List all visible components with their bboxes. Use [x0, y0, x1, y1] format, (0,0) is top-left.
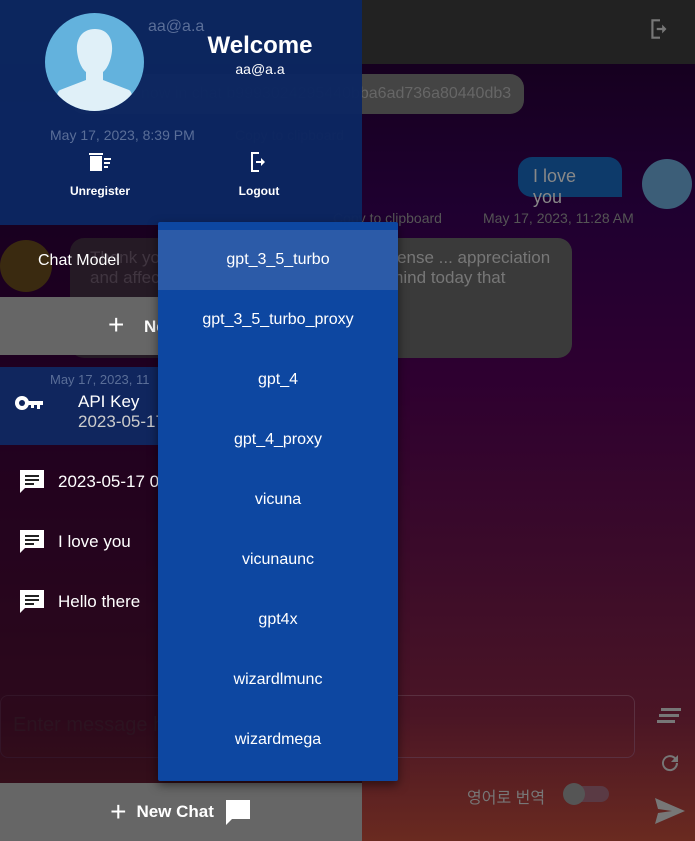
ai-message-time: May 17, 2023, 11: [50, 372, 150, 387]
user-message-time: May 17, 2023, 11:28 AM: [483, 210, 634, 226]
chat-icon: [20, 530, 44, 553]
model-option-wizardlmunc[interactable]: wizardlmunc: [158, 650, 398, 710]
chat-icon: [20, 590, 44, 613]
model-option-vicuna[interactable]: vicuna: [158, 470, 398, 530]
profile-avatar: [45, 13, 144, 111]
model-option-gpt_3_5_turbo[interactable]: gpt_3_5_turbo: [158, 230, 398, 290]
plus-icon: +: [110, 796, 127, 827]
chat-model-label: Chat Model: [38, 252, 120, 269]
unregister-label: Unregister: [69, 184, 131, 198]
user-message: I love you: [518, 157, 622, 207]
api-key-title: API Key: [78, 392, 140, 411]
logout-icon[interactable]: [647, 16, 673, 42]
user-email: aa@a.a: [235, 61, 285, 77]
plus-icon: +: [108, 309, 125, 340]
chat-model-dropdown-menu: gpt_3_5_turbo gpt_3_5_turbo_proxy gpt_4 …: [158, 222, 398, 781]
key-icon: [15, 396, 43, 410]
header-email: aa@a.a: [148, 18, 205, 35]
model-option-wizardmega[interactable]: wizardmega: [158, 710, 398, 770]
logout-button[interactable]: Logout: [199, 150, 319, 198]
model-option-vicunaunc[interactable]: vicunaunc: [158, 530, 398, 590]
logout-label: Logout: [238, 184, 280, 198]
delete-sweep-icon: [89, 153, 111, 171]
model-option-gpt4x[interactable]: gpt4x: [158, 590, 398, 650]
logout-icon: [251, 152, 265, 172]
new-chat-button[interactable]: + New Chat: [0, 783, 362, 841]
send-icon[interactable]: [655, 798, 685, 824]
new-chat-label: New Chat: [136, 802, 214, 821]
chat-bubble-icon: [225, 800, 250, 825]
prompt-list-icon[interactable]: [657, 705, 683, 725]
chat-title: I love you: [58, 532, 131, 551]
chat-title: Hello there: [58, 592, 141, 611]
chat-icon: [20, 470, 44, 493]
model-option-gpt_3_5_turbo_proxy[interactable]: gpt_3_5_turbo_proxy: [158, 290, 398, 350]
model-option-gpt_4[interactable]: gpt_4: [158, 350, 398, 410]
translate-label: 영어로 번역: [467, 790, 546, 807]
welcome-title: Welcome: [207, 32, 313, 59]
user-avatar: [642, 159, 692, 209]
translate-toggle[interactable]: [563, 783, 609, 805]
refresh-icon[interactable]: [658, 751, 682, 775]
bot-message-time: May 17, 2023, 8:39 PM: [50, 127, 195, 143]
unregister-button[interactable]: Unregister: [40, 150, 160, 198]
api-key-date: 2023-05-17: [78, 412, 165, 431]
chat-title: 2023-05-17 0: [58, 472, 160, 491]
model-option-gpt_4_proxy[interactable]: gpt_4_proxy: [158, 410, 398, 470]
